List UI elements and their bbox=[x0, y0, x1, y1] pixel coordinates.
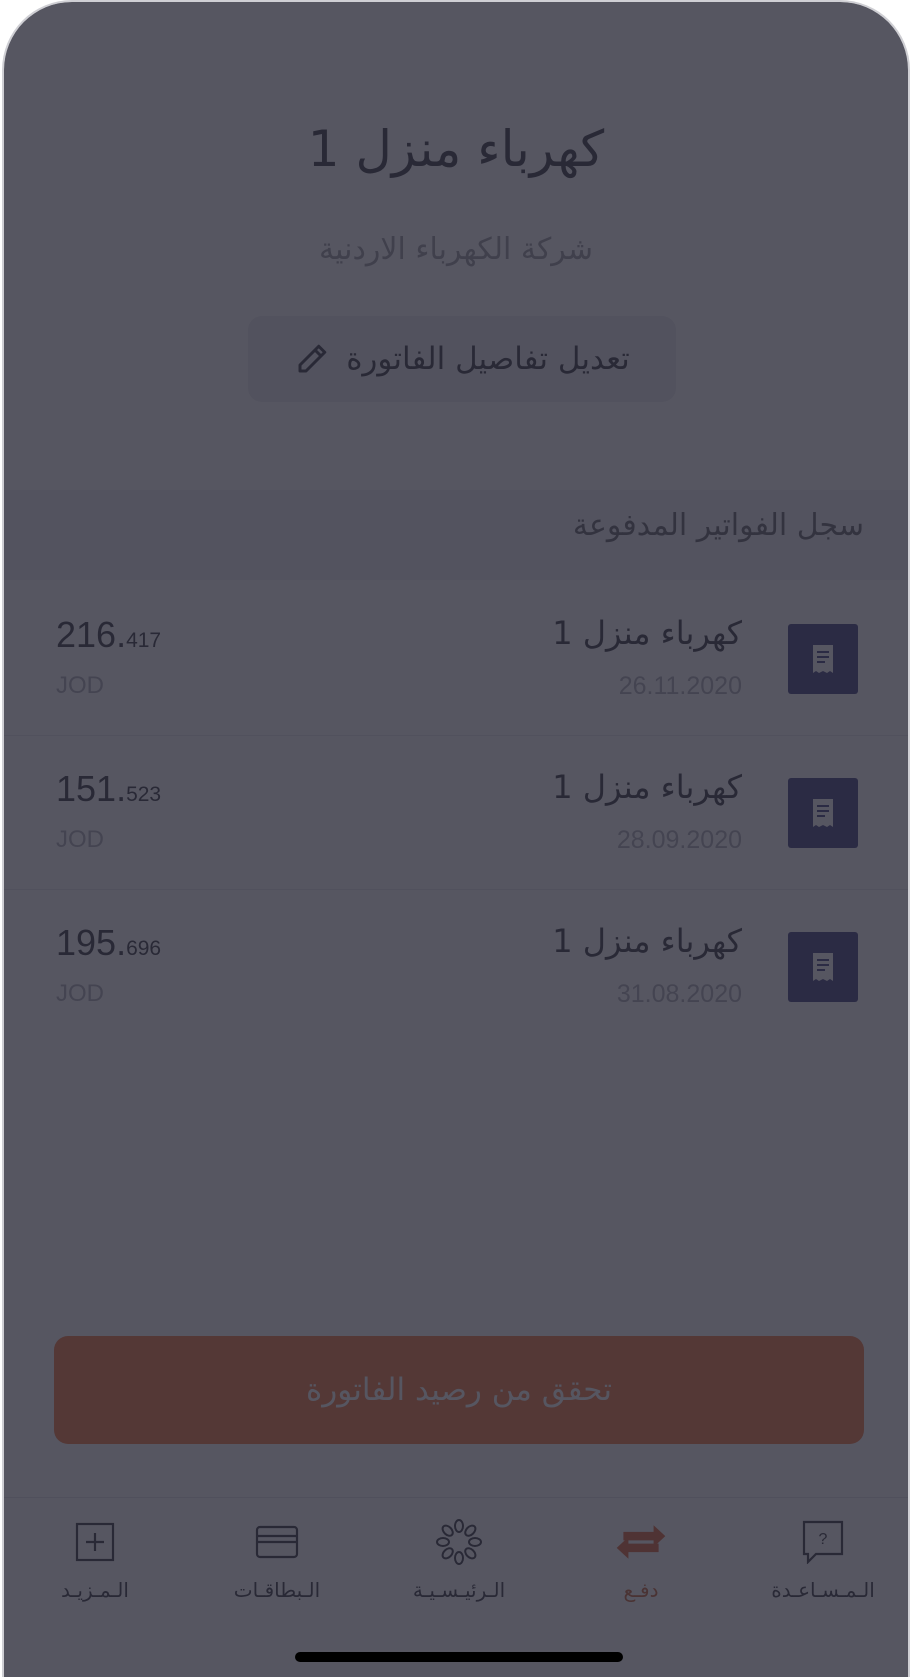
bill-name: كهرباء منزل 1 bbox=[552, 614, 742, 652]
bill-date: 31.08.2020 bbox=[616, 980, 742, 1008]
amount-decimal: 417 bbox=[126, 629, 162, 652]
plus-square-icon bbox=[69, 1516, 121, 1568]
bill-currency: JOD bbox=[56, 826, 104, 853]
nav-item-home[interactable]: الـرئيـسـيـة bbox=[368, 1498, 550, 1608]
card-icon bbox=[251, 1516, 303, 1568]
amount-decimal: 696 bbox=[126, 937, 162, 960]
pencil-icon bbox=[298, 344, 327, 373]
amount-decimal: 523 bbox=[126, 783, 162, 806]
nav-label: الـمـزيـد bbox=[61, 1578, 129, 1602]
transfer-arrows-icon bbox=[615, 1516, 667, 1568]
svg-text:?: ? bbox=[819, 1531, 828, 1548]
nav-item-cards[interactable]: الـبطاقـات bbox=[186, 1498, 368, 1608]
amount-integer: 195. bbox=[56, 922, 127, 963]
company-name: شركة الكهرباء الاردنية bbox=[319, 232, 593, 267]
bill-currency: JOD bbox=[56, 980, 104, 1007]
phone-frame: كهرباء منزل 1 شركة الكهرباء الاردنية تعد… bbox=[2, 0, 910, 1677]
paid-bills-list: كهرباء منزل 1 26.11.2020 216.417 JOD كهر… bbox=[4, 582, 908, 1044]
check-balance-button[interactable]: تحقق من رصيد الفاتورة bbox=[54, 1336, 864, 1444]
list-item[interactable]: كهرباء منزل 1 31.08.2020 195.696 JOD bbox=[4, 890, 908, 1044]
bill-date: 28.09.2020 bbox=[616, 826, 742, 854]
bill-name: كهرباء منزل 1 bbox=[552, 922, 742, 960]
nav-label: الـرئيـسـيـة bbox=[412, 1578, 506, 1602]
amount-integer: 216. bbox=[56, 614, 127, 655]
nav-item-help[interactable]: ? الـمـسـاعـدة bbox=[732, 1498, 908, 1608]
bill-details-screen: كهرباء منزل 1 شركة الكهرباء الاردنية تعد… bbox=[4, 2, 908, 1677]
bottom-nav: الـمـزيـد الـبطاقـات الـرئيـسـيـة دفـع ?… bbox=[4, 1497, 908, 1677]
help-icon: ? bbox=[797, 1516, 849, 1568]
bill-currency: JOD bbox=[56, 672, 104, 699]
list-item[interactable]: كهرباء منزل 1 28.09.2020 151.523 JOD bbox=[4, 736, 908, 890]
nav-label: الـبطاقـات bbox=[233, 1578, 321, 1602]
bill-date: 26.11.2020 bbox=[618, 672, 742, 700]
home-indicator bbox=[295, 1652, 623, 1662]
nav-item-pay[interactable]: دفـع bbox=[550, 1498, 732, 1608]
receipt-icon bbox=[788, 778, 858, 848]
bill-amount: 216.417 bbox=[56, 614, 161, 656]
nav-label: الـمـسـاعـدة bbox=[771, 1578, 875, 1602]
nav-label: دفـع bbox=[623, 1578, 659, 1602]
bill-amount: 195.696 bbox=[56, 922, 161, 964]
bill-name: كهرباء منزل 1 bbox=[552, 768, 742, 806]
receipt-icon bbox=[788, 624, 858, 694]
home-logo-icon bbox=[433, 1516, 485, 1568]
list-item[interactable]: كهرباء منزل 1 26.11.2020 216.417 JOD bbox=[4, 582, 908, 736]
nav-item-more[interactable]: الـمـزيـد bbox=[4, 1498, 186, 1608]
edit-bill-button[interactable]: تعديل تفاصيل الفاتورة bbox=[248, 316, 676, 402]
edit-bill-label: تعديل تفاصيل الفاتورة bbox=[346, 341, 630, 377]
receipt-icon bbox=[788, 932, 858, 1002]
page-title: كهرباء منزل 1 bbox=[307, 120, 605, 178]
history-title: سجل الفواتير المدفوعة bbox=[572, 508, 864, 543]
amount-integer: 151. bbox=[56, 768, 127, 809]
bill-amount: 151.523 bbox=[56, 768, 161, 810]
